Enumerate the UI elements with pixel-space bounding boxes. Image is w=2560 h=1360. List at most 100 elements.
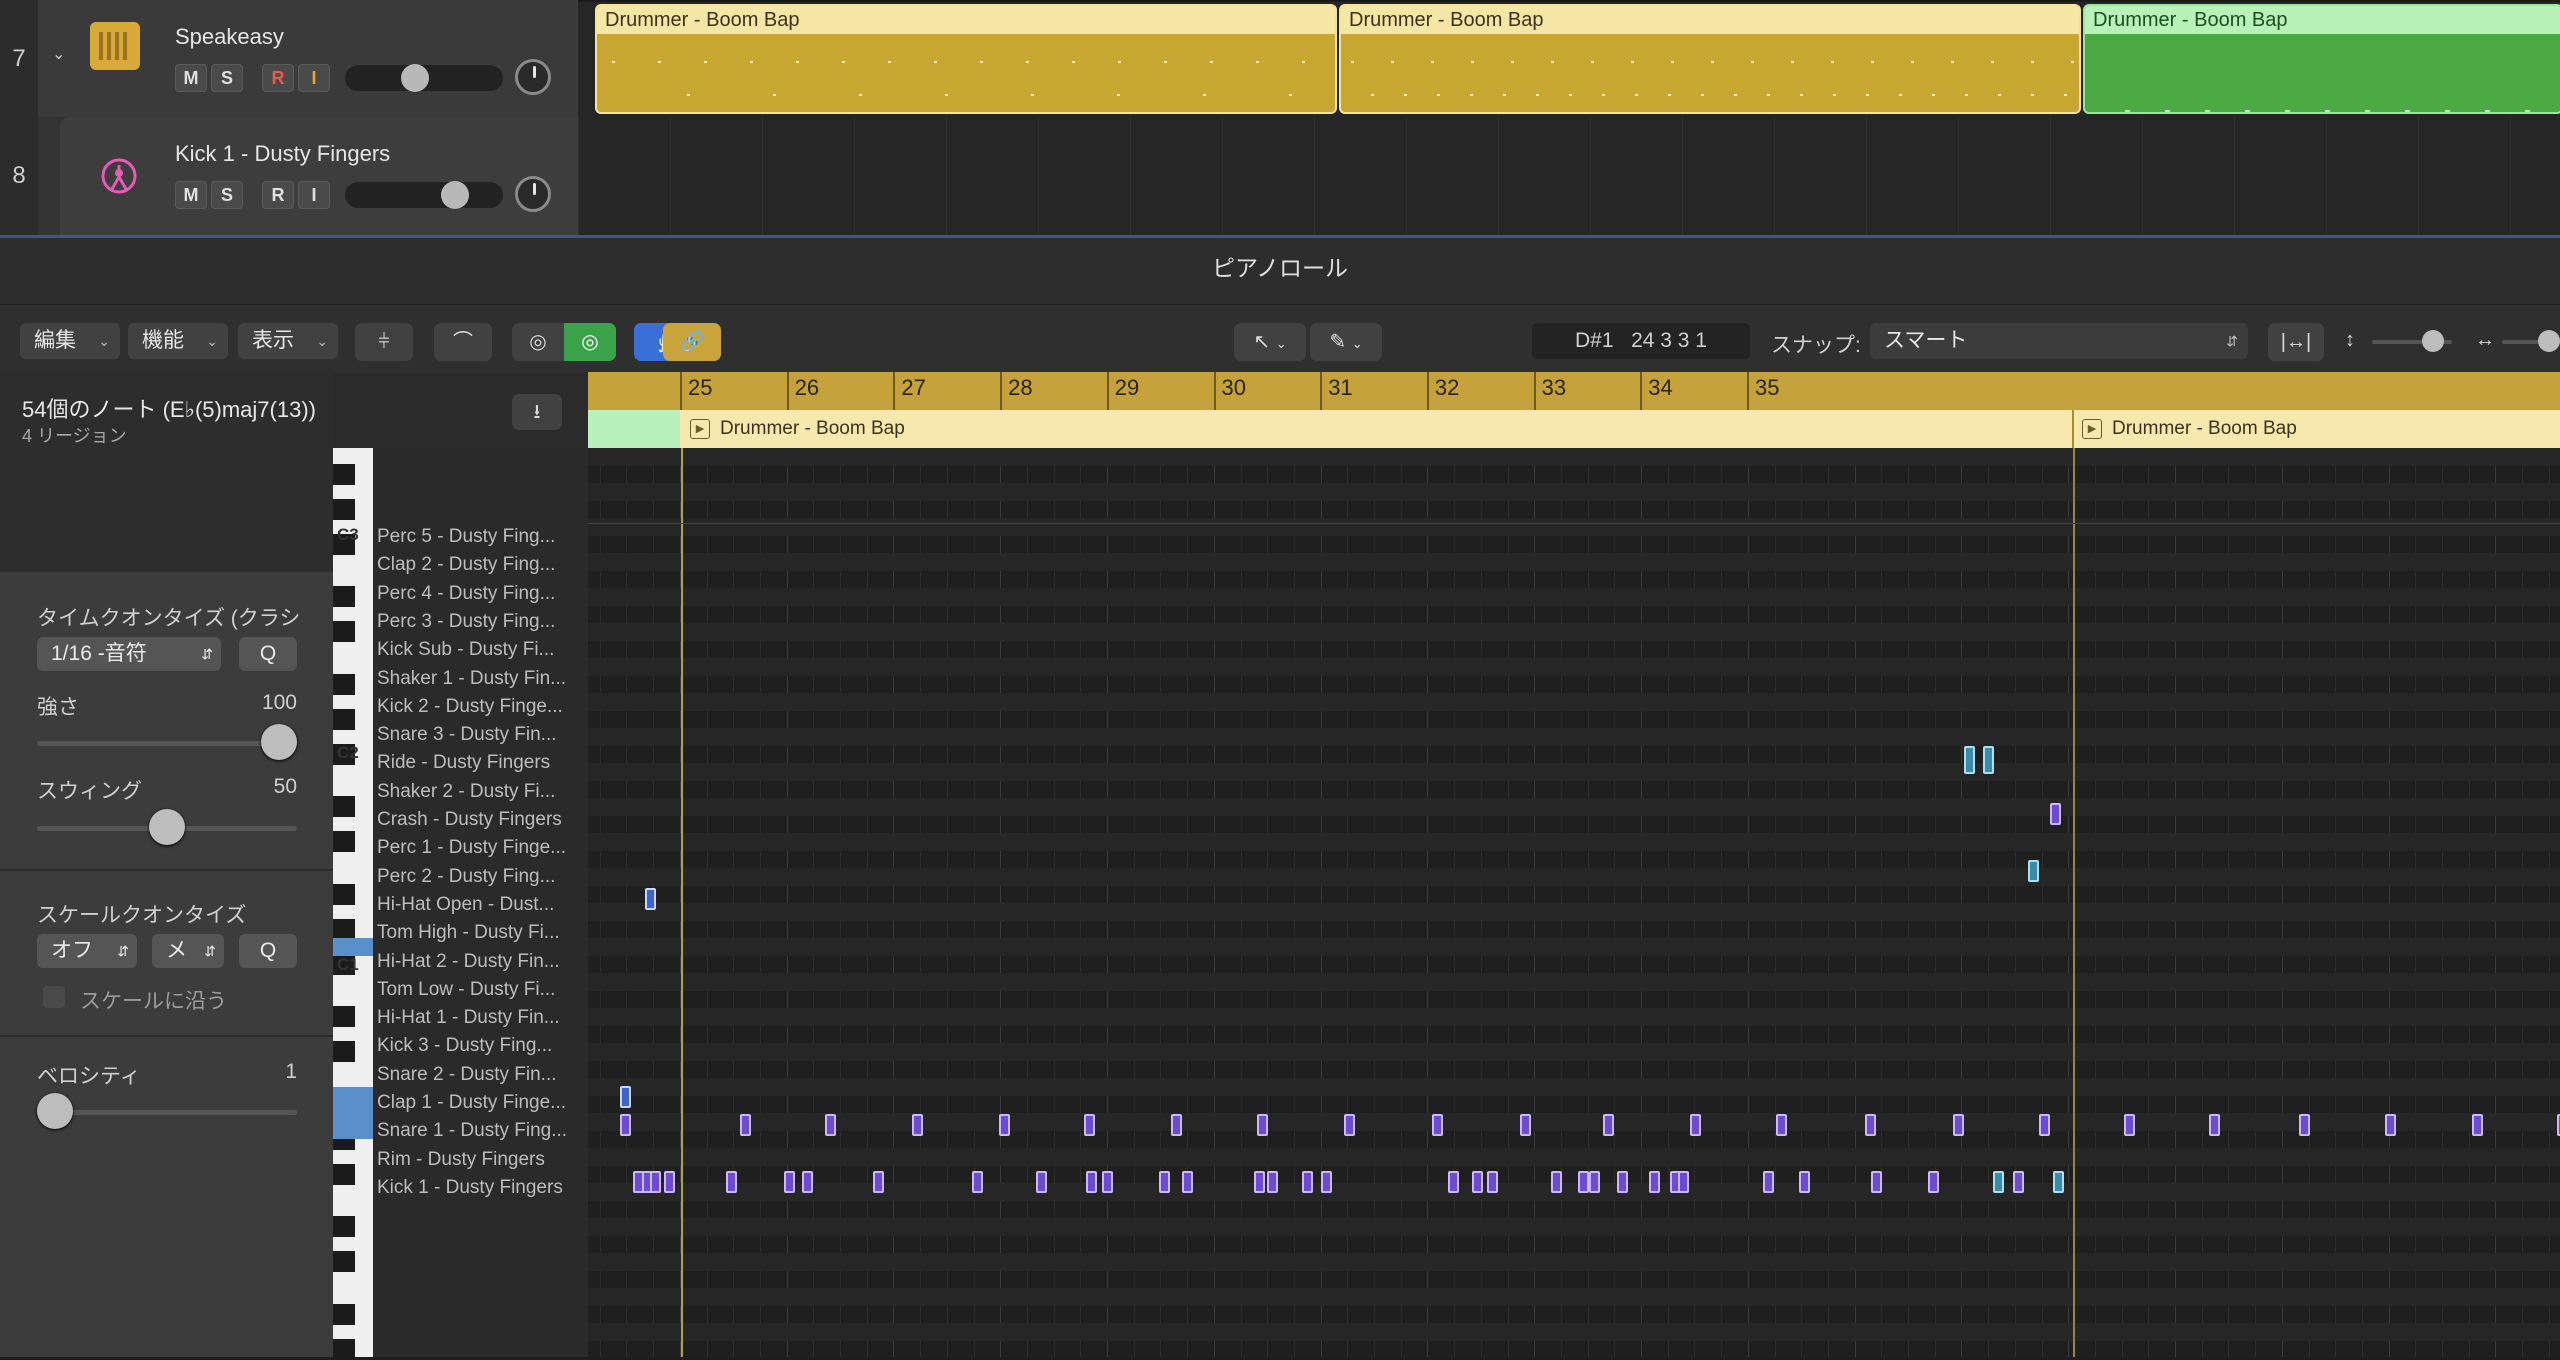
midi-note[interactable] — [1036, 1170, 1047, 1193]
solo-button[interactable]: S — [211, 181, 243, 209]
automation-curve-icon[interactable]: ⌒ — [434, 323, 492, 361]
midi-note[interactable] — [620, 1114, 631, 1137]
mute-button[interactable]: M — [175, 181, 207, 209]
functions-menu[interactable]: 機能 ⌄ — [128, 323, 228, 359]
note-grid[interactable] — [588, 448, 2560, 1357]
pencil-tool-icon[interactable]: ✎ ⌄ — [1310, 323, 1382, 361]
midi-note[interactable] — [2028, 859, 2039, 882]
midi-note[interactable] — [740, 1114, 751, 1137]
midi-note[interactable] — [1159, 1170, 1170, 1193]
record-enable-button[interactable]: R — [262, 181, 294, 209]
edit-menu[interactable]: 編集 ⌄ — [20, 323, 120, 359]
volume-slider[interactable] — [345, 64, 503, 92]
track-header-speakeasy[interactable]: ⌄ Speakeasy M S R I — [38, 0, 578, 118]
black-key[interactable] — [333, 708, 355, 730]
black-key[interactable] — [333, 918, 355, 940]
black-key[interactable] — [333, 1338, 355, 1360]
midi-note[interactable] — [1084, 1114, 1095, 1137]
drummer-region[interactable]: Drummer - Boom Bap — [595, 4, 1337, 114]
midi-note[interactable] — [1964, 746, 1975, 775]
midi-note[interactable] — [2385, 1114, 2396, 1137]
midi-note[interactable] — [2053, 1170, 2064, 1193]
midi-note[interactable] — [664, 1170, 675, 1193]
black-key[interactable] — [333, 883, 355, 905]
black-key[interactable] — [333, 498, 355, 520]
black-key[interactable] — [333, 673, 355, 695]
drummer-region[interactable]: Drummer - Boom Bap — [2083, 4, 2560, 114]
midi-note[interactable] — [1487, 1170, 1498, 1193]
pan-knob[interactable] — [515, 59, 551, 95]
midi-in-icon[interactable]: ◎ ◎ — [512, 323, 616, 361]
midi-note[interactable] — [1472, 1170, 1483, 1193]
pointer-tool-icon[interactable]: ↖ ⌄ — [1234, 323, 1306, 361]
horizontal-zoom-slider[interactable] — [2502, 330, 2560, 352]
midi-note[interactable] — [2209, 1114, 2220, 1137]
velocity-slider[interactable] — [37, 1110, 297, 1115]
midi-note[interactable] — [1448, 1170, 1459, 1193]
ruler-region[interactable]: ▶ Drummer - Boom Bap — [690, 410, 905, 448]
midi-note[interactable] — [645, 887, 656, 910]
link-icon[interactable]: 🔗 — [663, 323, 721, 361]
midi-note[interactable] — [1171, 1114, 1182, 1137]
midi-note[interactable] — [1993, 1170, 2004, 1193]
black-key[interactable] — [333, 1303, 355, 1325]
midi-note[interactable] — [1928, 1170, 1939, 1193]
midi-note[interactable] — [873, 1170, 884, 1193]
record-enable-button[interactable]: R — [262, 64, 294, 92]
midi-note[interactable] — [972, 1170, 983, 1193]
midi-note[interactable] — [1953, 1114, 1964, 1137]
scale-mode-select[interactable]: メ ⇵ — [152, 934, 224, 968]
midi-note[interactable] — [1983, 746, 1994, 775]
velocity-knob[interactable] — [37, 1093, 73, 1129]
ruler-region[interactable]: ▶ Drummer - Boom Bap — [2082, 410, 2297, 448]
midi-note[interactable] — [1649, 1170, 1660, 1193]
black-key[interactable] — [333, 831, 355, 852]
black-key[interactable] — [333, 621, 355, 642]
midi-note[interactable] — [1321, 1170, 1332, 1193]
midi-note[interactable] — [999, 1114, 1010, 1137]
midi-note[interactable] — [1344, 1114, 1355, 1137]
midi-note[interactable] — [1102, 1170, 1113, 1193]
solo-button[interactable]: S — [211, 64, 243, 92]
scale-quantize-q-button[interactable]: Q — [239, 934, 297, 968]
midi-note[interactable] — [1776, 1114, 1787, 1137]
black-key[interactable] — [333, 796, 355, 817]
bar-numbers-strip[interactable]: 25 26 27 28 29 30 31 32 33 34 35 — [588, 372, 2560, 410]
swing-knob[interactable] — [149, 809, 185, 845]
black-key[interactable] — [333, 1163, 355, 1185]
midi-note[interactable] — [1182, 1170, 1193, 1193]
collapse-icon[interactable]: ⫩ — [355, 323, 413, 361]
midi-note[interactable] — [620, 1086, 631, 1108]
midi-note[interactable] — [1799, 1170, 1810, 1193]
region-strip[interactable]: ▶ Drummer - Boom Bap ▶ Drummer - Boom Bap — [588, 410, 2560, 448]
volume-slider[interactable] — [345, 181, 503, 209]
black-key[interactable] — [333, 1006, 355, 1027]
midi-note[interactable] — [650, 1170, 661, 1193]
piano-keyboard[interactable]: C3 C2 C1 — [333, 448, 373, 1360]
playhead[interactable] — [681, 448, 683, 1357]
midi-note[interactable] — [1690, 1114, 1701, 1137]
midi-note[interactable] — [1865, 1114, 1876, 1137]
catch-content-icon[interactable]: ⭳ — [512, 394, 562, 430]
midi-note[interactable] — [1432, 1114, 1443, 1137]
midi-note[interactable] — [1302, 1170, 1313, 1193]
view-menu[interactable]: 表示 ⌄ — [238, 323, 338, 359]
midi-note[interactable] — [1589, 1170, 1600, 1193]
midi-note[interactable] — [2472, 1114, 2483, 1137]
drummer-region[interactable]: Drummer - Boom Bap — [1339, 4, 2081, 114]
midi-note[interactable] — [1678, 1170, 1689, 1193]
black-key[interactable] — [333, 463, 355, 485]
black-key[interactable] — [333, 586, 355, 607]
midi-note[interactable] — [2124, 1114, 2135, 1137]
selected-key[interactable] — [333, 1086, 373, 1105]
time-quantize-select[interactable]: 1/16 -音符 ⇵ — [37, 637, 221, 671]
black-key[interactable] — [333, 1251, 355, 1272]
midi-note[interactable] — [912, 1114, 923, 1137]
vertical-zoom-knob[interactable] — [2422, 330, 2444, 352]
midi-note[interactable] — [2050, 803, 2061, 825]
black-key[interactable] — [333, 1041, 355, 1062]
midi-note[interactable] — [2039, 1114, 2050, 1137]
midi-note[interactable] — [1520, 1114, 1531, 1137]
horizontal-zoom-knob[interactable] — [2538, 330, 2560, 352]
midi-note[interactable] — [2013, 1170, 2024, 1193]
